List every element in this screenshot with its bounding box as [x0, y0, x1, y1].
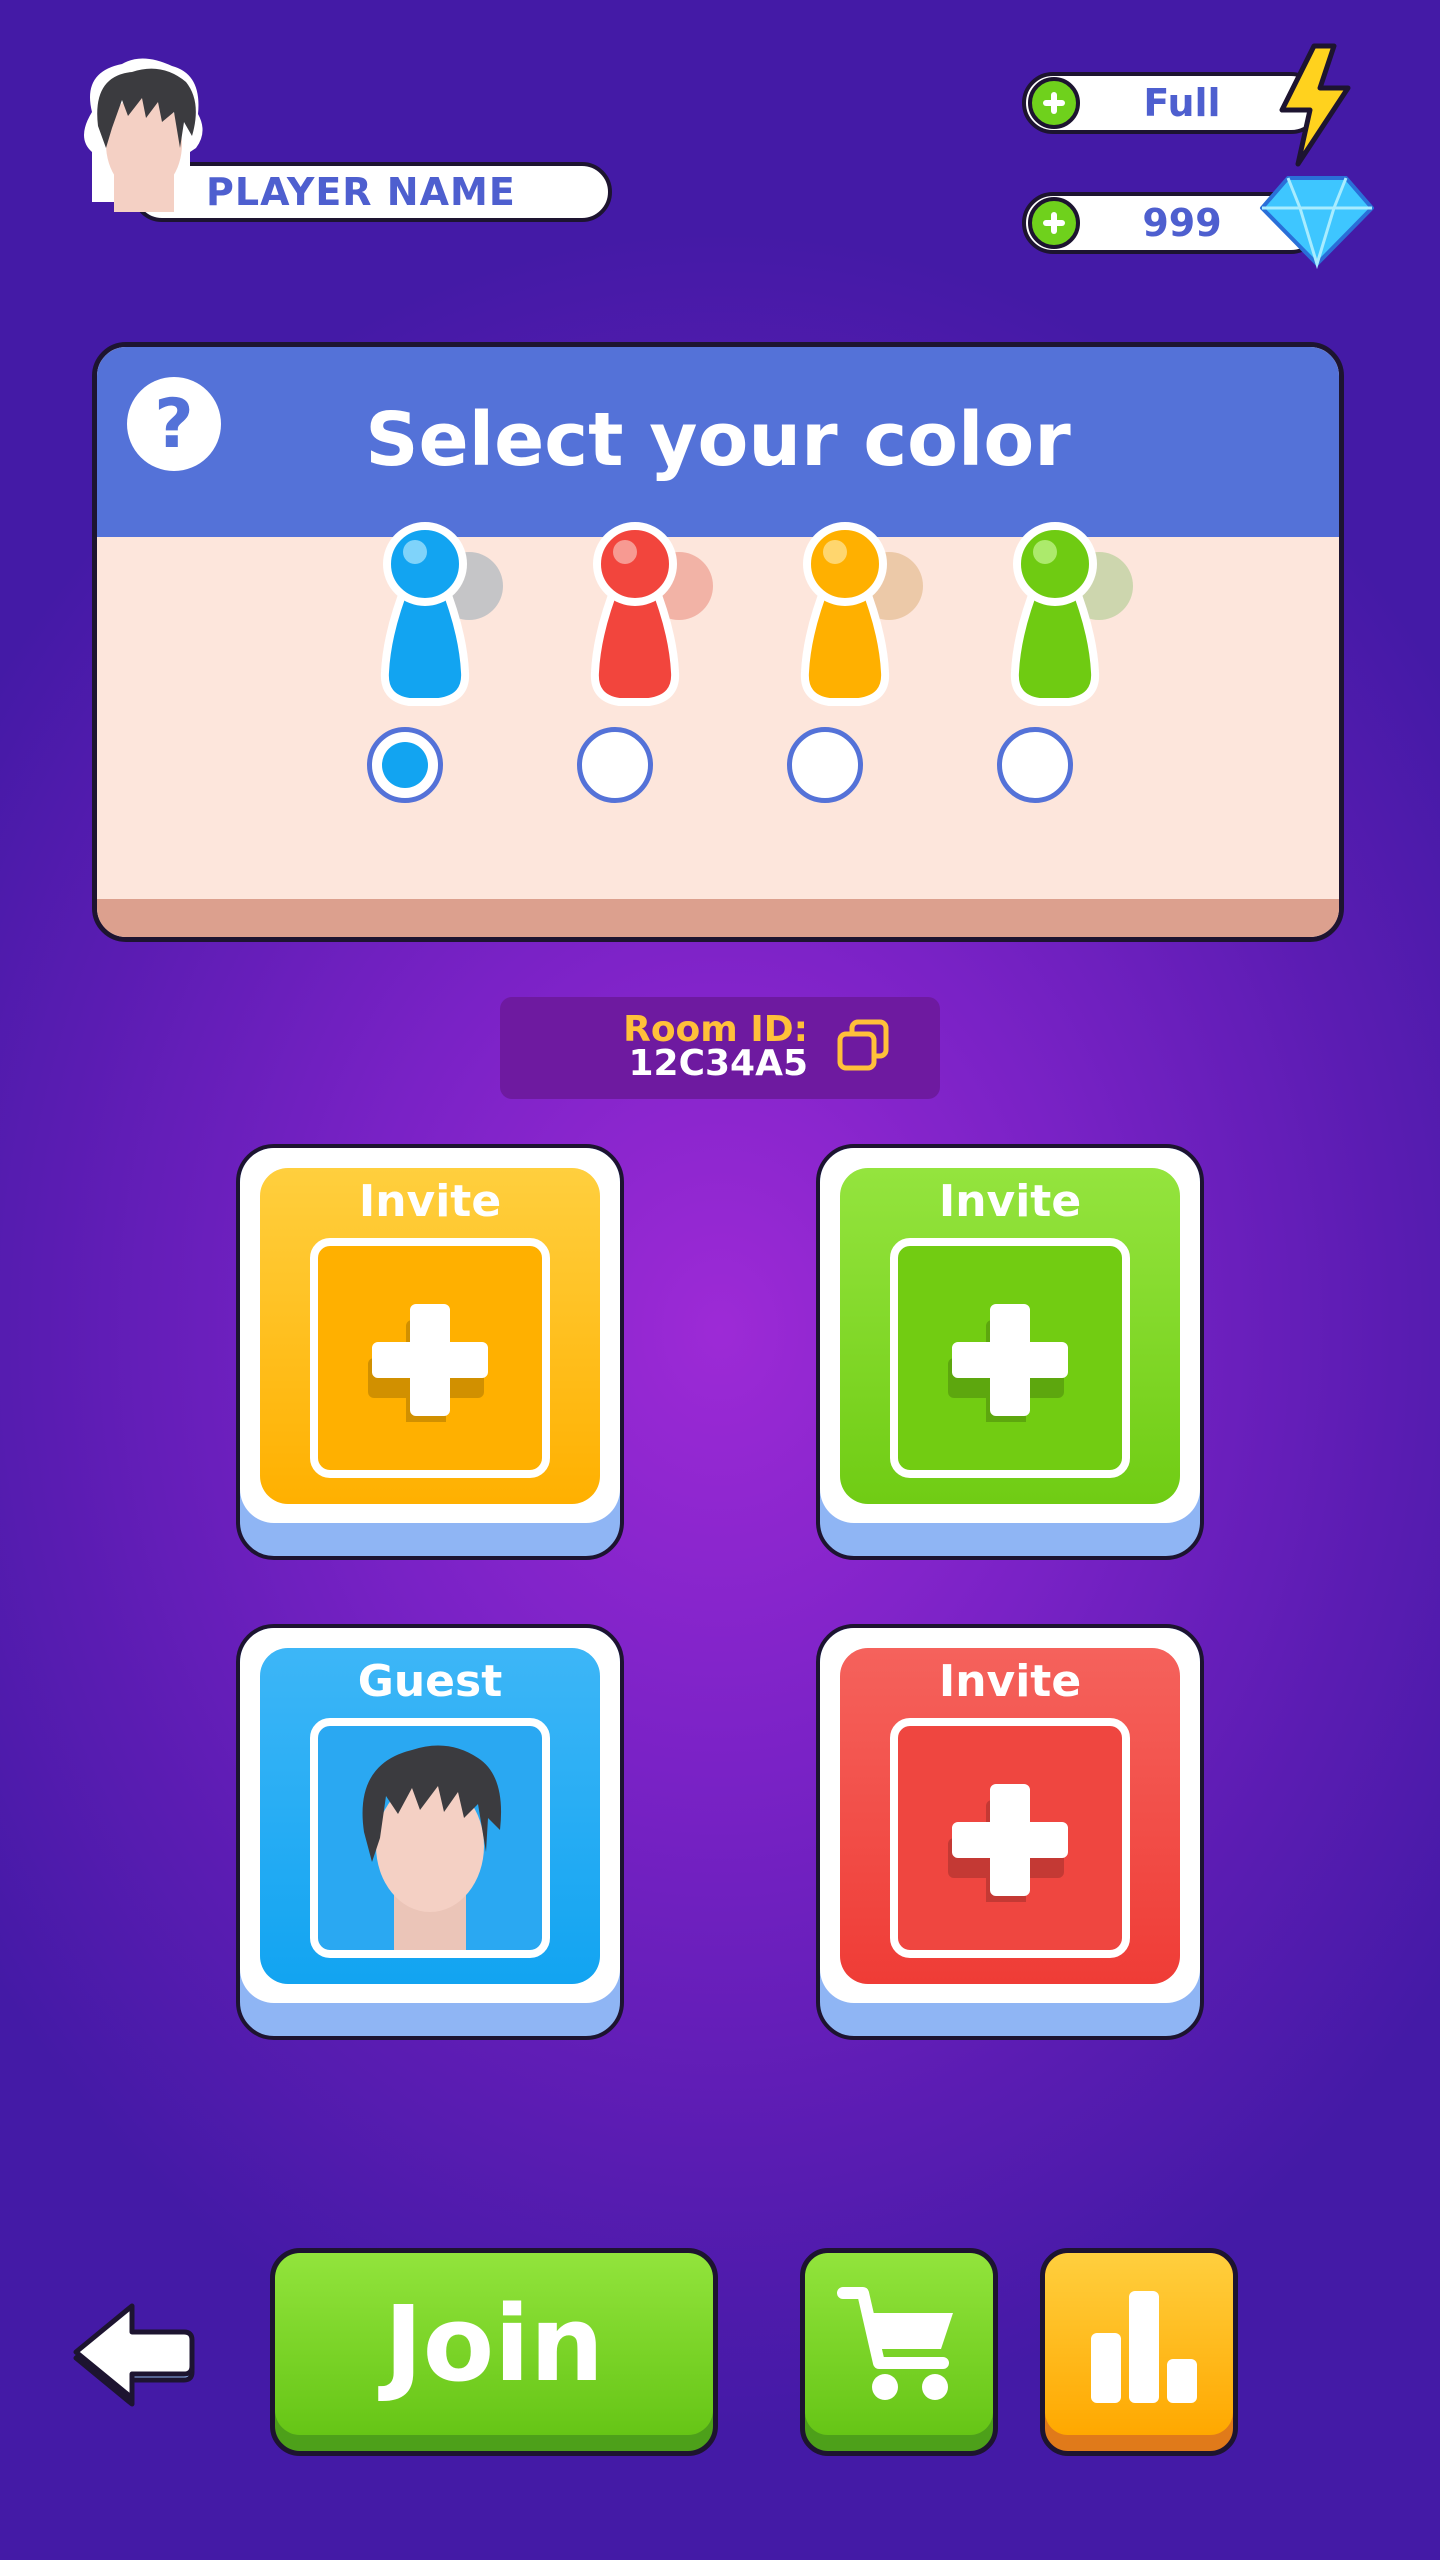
- shop-button-face: [805, 2253, 993, 2435]
- shop-button[interactable]: [800, 2248, 998, 2456]
- color-radio-blue[interactable]: [367, 727, 443, 803]
- slot-title: Invite: [358, 1176, 502, 1227]
- slot-color-area: Invite: [840, 1168, 1180, 1504]
- red-pawn-icon[interactable]: [557, 522, 737, 722]
- slot-frame: [890, 1238, 1130, 1478]
- leaderboard-button[interactable]: [1040, 2248, 1238, 2456]
- back-arrow-icon[interactable]: [68, 2298, 196, 2408]
- slot-card: Invite: [240, 1148, 620, 1523]
- slot-color-area: Guest: [260, 1648, 600, 1984]
- color-radio-red[interactable]: [577, 727, 653, 803]
- slot-title: Invite: [938, 1656, 1082, 1707]
- room-id-code: 12C34A5: [628, 1043, 808, 1084]
- cart-icon: [837, 2287, 953, 2400]
- gems-value: 999: [1142, 201, 1222, 245]
- plus-icon: [948, 1784, 1068, 1902]
- plus-icon: [368, 1304, 488, 1422]
- color-radio-green[interactable]: [997, 727, 1073, 803]
- invite-slot-2[interactable]: Invite: [816, 1144, 1204, 1560]
- player-avatar-icon: [84, 58, 203, 212]
- color-select-panel: ? Select your color: [92, 342, 1344, 942]
- blue-pawn-icon[interactable]: [347, 522, 527, 722]
- slot-frame: [310, 1238, 550, 1478]
- player-name: PLAYER NAME: [206, 170, 516, 214]
- plus-icon: [948, 1304, 1068, 1422]
- leaderboard-icon: [1091, 2291, 1197, 2403]
- green-pawn-icon[interactable]: [977, 522, 1157, 722]
- join-button[interactable]: Join: [270, 2248, 718, 2456]
- lightning-icon: [1279, 43, 1351, 167]
- panel-title: Select your color: [365, 397, 1071, 483]
- slot-card: Invite: [820, 1148, 1200, 1523]
- slot-title: Invite: [938, 1176, 1082, 1227]
- panel-footer: [97, 899, 1339, 937]
- color-radio-yellow[interactable]: [787, 727, 863, 803]
- energy-value: Full: [1143, 81, 1221, 125]
- yellow-pawn-icon[interactable]: [767, 522, 947, 722]
- guest-slot[interactable]: Guest: [236, 1624, 624, 2040]
- slot-card: Guest: [240, 1628, 620, 2003]
- guest-avatar-icon: [362, 1745, 502, 1950]
- slot-color-area: Invite: [260, 1168, 600, 1504]
- copy-icon[interactable]: [836, 1018, 890, 1072]
- join-label: Join: [275, 2253, 713, 2435]
- slot-card: Invite: [820, 1628, 1200, 2003]
- invite-slot-3[interactable]: Invite: [816, 1624, 1204, 2040]
- slot-color-area: Invite: [840, 1648, 1180, 1984]
- add-gems-button[interactable]: [1028, 197, 1080, 249]
- leaderboard-button-face: [1045, 2253, 1233, 2435]
- add-energy-button[interactable]: [1028, 77, 1080, 129]
- diamond-icon: [1260, 176, 1374, 270]
- invite-slot-1[interactable]: Invite: [236, 1144, 624, 1560]
- slot-frame: [890, 1718, 1130, 1958]
- slot-frame: [310, 1718, 550, 1958]
- slot-title: Guest: [357, 1656, 503, 1707]
